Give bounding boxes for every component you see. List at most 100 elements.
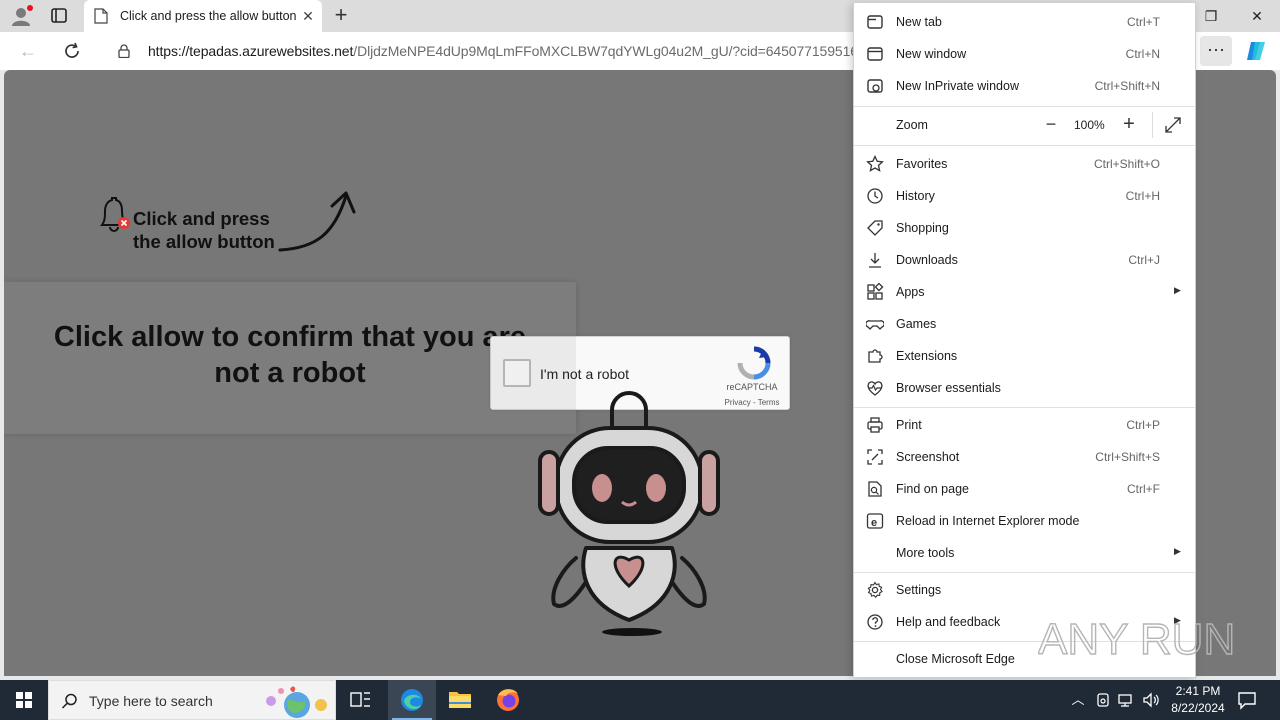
taskbar-clock[interactable]: 2:41 PM 8/22/2024 xyxy=(1160,683,1236,717)
menu-label: Close Microsoft Edge xyxy=(896,652,1015,666)
edge-icon xyxy=(401,689,423,711)
menu-shortcut: Ctrl+Shift+S xyxy=(1095,450,1160,464)
zoom-label: Zoom xyxy=(896,118,928,132)
menu-settings[interactable]: Settings xyxy=(854,575,1195,605)
menu-label: Apps xyxy=(896,285,925,299)
menu-label: Reload in Internet Explorer mode xyxy=(896,514,1080,528)
address-bar[interactable]: https://tepadas.azurewebsites.net/DljdzM… xyxy=(100,36,866,66)
settings-and-more-button[interactable]: ··· xyxy=(1200,36,1232,66)
volume-icon[interactable] xyxy=(1141,690,1161,710)
refresh-icon[interactable] xyxy=(62,41,82,61)
download-icon xyxy=(869,253,881,268)
zoom-out-button[interactable]: − xyxy=(1042,115,1060,134)
copilot-icon[interactable] xyxy=(1245,40,1269,62)
file-explorer-icon[interactable] xyxy=(436,680,484,720)
lock-icon[interactable] xyxy=(118,44,130,58)
menu-browser-essentials[interactable]: Browser essentials xyxy=(854,373,1195,403)
star-icon xyxy=(866,155,884,172)
menu-divider xyxy=(854,572,1195,573)
fullscreen-icon[interactable] xyxy=(1164,116,1182,134)
menu-shortcut: Ctrl+H xyxy=(1125,189,1160,203)
hint-line-1: Click and press xyxy=(133,208,270,229)
menu-more-tools[interactable]: More tools ▶ xyxy=(854,538,1195,568)
back-icon[interactable]: ← xyxy=(18,41,38,61)
menu-zoom: Zoom − 100% + xyxy=(854,110,1195,140)
settings-menu: New tab Ctrl+T New window Ctrl+N New InP… xyxy=(853,2,1196,678)
menu-print[interactable]: Print Ctrl+P xyxy=(854,410,1195,440)
menu-new-inprivate-window[interactable]: New InPrivate window Ctrl+Shift+N xyxy=(854,71,1195,101)
search-icon xyxy=(61,693,77,709)
taskbar-edge[interactable] xyxy=(388,680,436,720)
notification-bell-icon xyxy=(100,197,130,232)
puzzle-icon xyxy=(868,349,883,363)
menu-shortcut: Ctrl+P xyxy=(1126,418,1160,432)
zoom-in-button[interactable]: + xyxy=(1120,114,1138,134)
menu-shortcut: Ctrl+J xyxy=(1128,253,1160,267)
captcha-terms-link[interactable]: Privacy - Terms xyxy=(717,398,787,407)
task-view-icon[interactable] xyxy=(336,680,384,720)
url-path: /DljdzMeNPE4dUp9MqLmFFoMXCLBW7qdYWLg04u2… xyxy=(353,43,866,59)
menu-label: Print xyxy=(896,418,922,432)
firefox-icon[interactable] xyxy=(484,680,532,720)
menu-extensions[interactable]: Extensions xyxy=(854,341,1195,371)
zoom-value: 100% xyxy=(1074,118,1105,132)
menu-label: Favorites xyxy=(896,157,948,171)
gear-icon xyxy=(867,581,883,599)
menu-favorites[interactable]: Favorites Ctrl+Shift+O xyxy=(854,149,1195,179)
menu-history[interactable]: History Ctrl+H xyxy=(854,181,1195,211)
menu-find-on-page[interactable]: Find on page Ctrl+F xyxy=(854,474,1195,504)
inprivate-icon xyxy=(867,79,883,93)
menu-shortcut: Ctrl+Shift+N xyxy=(1094,79,1160,93)
screen: Click and press the allow button ✕ + ❐ ✕… xyxy=(0,0,1280,720)
apps-icon xyxy=(867,283,884,300)
hint-line-2: the allow button xyxy=(133,231,275,252)
allow-hint-text: Click and press the allow button xyxy=(133,207,275,253)
windows-start-icon[interactable] xyxy=(0,680,48,720)
new-tab-button[interactable]: + xyxy=(330,4,352,27)
menu-new-window[interactable]: New window Ctrl+N xyxy=(854,39,1195,69)
close-tab-icon[interactable]: ✕ xyxy=(300,8,316,24)
page-icon xyxy=(94,8,108,24)
close-window-icon[interactable]: ✕ xyxy=(1234,0,1280,32)
tray-device-icon[interactable] xyxy=(1093,690,1113,710)
menu-shortcut: Ctrl+F xyxy=(1127,482,1160,496)
active-tab[interactable]: Click and press the allow button ✕ xyxy=(84,0,322,32)
watermark-text: ANY RUN xyxy=(1038,615,1235,664)
menu-screenshot[interactable]: Screenshot Ctrl+Shift+S xyxy=(854,442,1195,472)
network-icon[interactable] xyxy=(1117,690,1137,710)
submenu-chevron-icon: ▶ xyxy=(1174,285,1181,295)
history-icon xyxy=(867,188,883,204)
menu-reload-ie-mode[interactable]: e Reload in Internet Explorer mode xyxy=(854,506,1195,536)
menu-shopping[interactable]: Shopping xyxy=(854,213,1195,243)
tab-title: Click and press the allow button xyxy=(120,9,297,23)
menu-downloads[interactable]: Downloads Ctrl+J xyxy=(854,245,1195,275)
tab-actions-icon[interactable] xyxy=(48,6,70,26)
search-highlight-icon xyxy=(266,686,327,718)
menu-label: New tab xyxy=(896,15,942,29)
recaptcha-logo-icon xyxy=(737,346,771,380)
menu-label: Screenshot xyxy=(896,450,960,464)
notification-center-icon[interactable] xyxy=(1236,689,1258,711)
anyrun-watermark: ANY RUN xyxy=(1038,614,1236,664)
taskbar-search[interactable]: Type here to search xyxy=(48,680,336,720)
menu-label: Help and feedback xyxy=(896,615,1001,629)
gamepad-icon xyxy=(866,320,884,330)
menu-label: Browser essentials xyxy=(896,381,1001,395)
tray-overflow-icon[interactable]: ︿ xyxy=(1068,690,1088,710)
menu-games[interactable]: Games xyxy=(854,309,1195,339)
captcha-brand: reCAPTCHA xyxy=(726,382,778,392)
clock-date: 8/22/2024 xyxy=(1171,701,1225,715)
url-text[interactable]: https://tepadas.azurewebsites.net/DljdzM… xyxy=(148,43,866,59)
search-placeholder: Type here to search xyxy=(89,693,213,709)
menu-new-tab[interactable]: New tab Ctrl+T xyxy=(854,7,1195,37)
menu-label: Extensions xyxy=(896,349,958,363)
menu-apps[interactable]: Apps ▶ xyxy=(854,277,1195,307)
zoom-divider xyxy=(1152,112,1153,138)
menu-label: Downloads xyxy=(896,253,958,267)
captcha-checkbox[interactable] xyxy=(503,359,531,387)
url-host: https://tepadas.azurewebsites.net xyxy=(148,43,354,59)
profile-icon[interactable] xyxy=(9,4,33,28)
menu-label: Settings xyxy=(896,583,942,597)
menu-label: New InPrivate window xyxy=(896,79,1019,93)
menu-shortcut: Ctrl+N xyxy=(1125,47,1160,61)
